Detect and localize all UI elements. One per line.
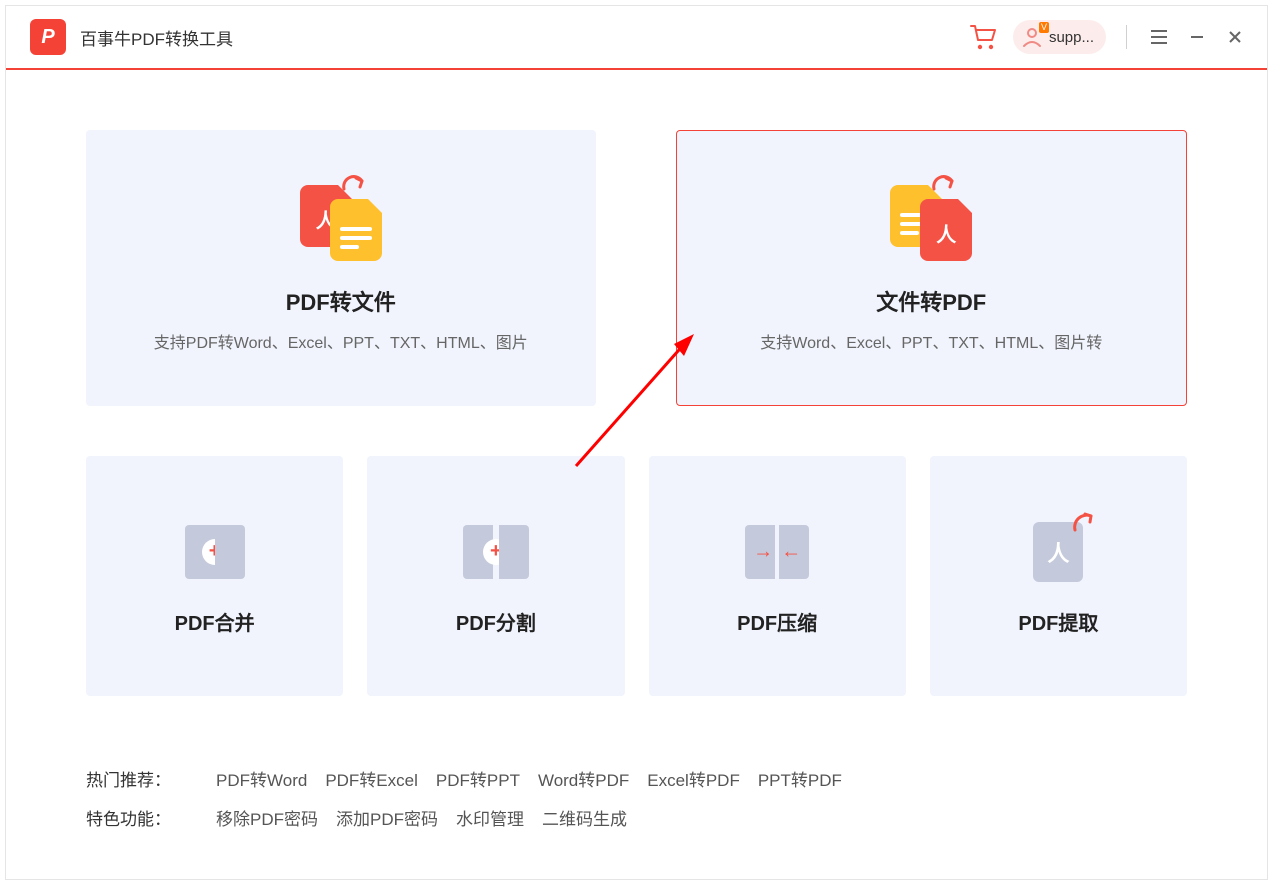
minimize-button[interactable] <box>1185 25 1209 49</box>
cart-icon[interactable] <box>969 23 999 51</box>
link-word-to-pdf[interactable]: Word转PDF <box>538 766 629 791</box>
app-logo-icon: P <box>30 19 66 55</box>
card-pdf-compress[interactable]: → ← PDF压缩 <box>649 456 906 696</box>
compress-icon: → ← <box>745 517 809 587</box>
close-button[interactable] <box>1223 25 1247 49</box>
footer-hot-label: 热门推荐： <box>86 766 216 791</box>
menu-button[interactable] <box>1147 25 1171 49</box>
link-pdf-to-word[interactable]: PDF转Word <box>216 766 307 791</box>
card-title: PDF转文件 <box>286 285 396 317</box>
link-remove-password[interactable]: 移除PDF密码 <box>216 805 318 830</box>
link-qrcode[interactable]: 二维码生成 <box>542 805 627 830</box>
app-title: 百事牛PDF转换工具 <box>80 25 233 50</box>
user-chip[interactable]: V supp... <box>1013 20 1106 54</box>
card-title: PDF提取 <box>1018 607 1098 636</box>
card-pdf-split[interactable]: + PDF分割 <box>367 456 624 696</box>
card-title: PDF压缩 <box>737 607 817 636</box>
card-subtitle: 支持PDF转Word、Excel、PPT、TXT、HTML、图片 <box>154 329 528 353</box>
divider <box>1126 25 1127 49</box>
card-subtitle: 支持Word、Excel、PPT、TXT、HTML、图片转 <box>760 329 1102 353</box>
card-pdf-extract[interactable]: 人 PDF提取 <box>930 456 1187 696</box>
user-name: supp... <box>1049 29 1094 46</box>
link-watermark[interactable]: 水印管理 <box>456 805 524 830</box>
vip-badge: V <box>1039 22 1049 33</box>
card-title: 文件转PDF <box>876 285 986 317</box>
card-file-to-pdf[interactable]: 人 文件转PDF 支持Word、Excel、PPT、TXT、HTML、图片转 <box>676 130 1188 406</box>
link-ppt-to-pdf[interactable]: PPT转PDF <box>758 766 842 791</box>
footer-feature-label: 特色功能： <box>86 805 216 830</box>
footer-feature-items: 移除PDF密码 添加PDF密码 水印管理 二维码生成 <box>216 805 627 830</box>
split-icon: + <box>463 517 529 587</box>
card-pdf-merge[interactable]: + PDF合并 <box>86 456 343 696</box>
merge-icon: + <box>185 517 245 587</box>
card-title: PDF分割 <box>456 607 536 636</box>
footer-links: 热门推荐： PDF转Word PDF转Excel PDF转PPT Word转PD… <box>86 766 1187 830</box>
link-pdf-to-excel[interactable]: PDF转Excel <box>325 766 418 791</box>
card-title: PDF合并 <box>175 607 255 636</box>
avatar-icon: V <box>1021 26 1043 48</box>
file-to-pdf-icon: 人 <box>886 183 976 263</box>
link-excel-to-pdf[interactable]: Excel转PDF <box>647 766 740 791</box>
link-add-password[interactable]: 添加PDF密码 <box>336 805 438 830</box>
footer-hot-items: PDF转Word PDF转Excel PDF转PPT Word转PDF Exce… <box>216 766 842 791</box>
extract-icon: 人 <box>1033 517 1083 587</box>
link-pdf-to-ppt[interactable]: PDF转PPT <box>436 766 520 791</box>
pdf-to-file-icon: 人 <box>296 183 386 263</box>
titlebar: P 百事牛PDF转换工具 V supp... <box>6 6 1267 70</box>
card-pdf-to-file[interactable]: 人 PDF转文件 支持PDF转Word、Excel、PPT、TXT、HTML、图… <box>86 130 596 406</box>
